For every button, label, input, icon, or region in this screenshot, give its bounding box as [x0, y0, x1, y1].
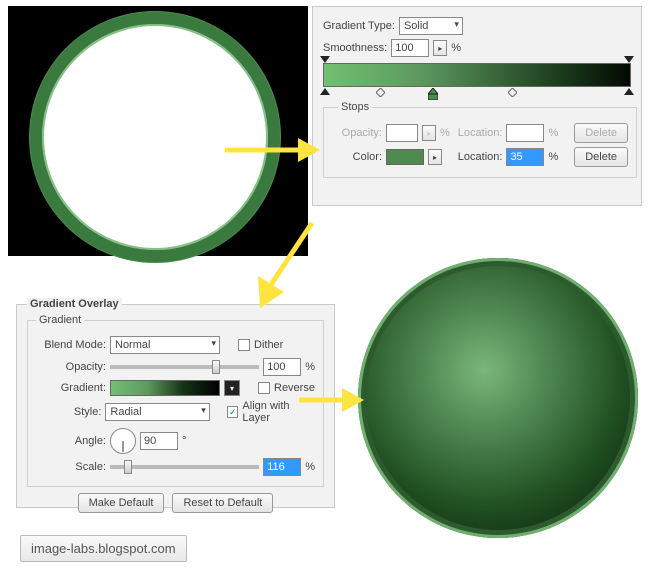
percent-sign: % [451, 42, 461, 54]
stop-color-swatch[interactable] [386, 149, 424, 165]
smoothness-label: Smoothness: [323, 42, 387, 54]
gradient-swatch-label: Gradient: [36, 382, 106, 394]
stop-location-label-1: Location: [458, 127, 503, 139]
stop-color-picker-button[interactable]: ▸ [428, 149, 442, 165]
dither-checkbox[interactable] [238, 339, 250, 351]
dither-label: Dither [254, 339, 283, 351]
opacity-slider[interactable] [110, 365, 259, 369]
stop-location-input-2[interactable] [506, 148, 544, 166]
angle-dial[interactable] [110, 428, 136, 454]
arrow-icon [252, 218, 322, 308]
blend-mode-select[interactable]: Normal [110, 336, 220, 354]
watermark-label: image-labs.blogspot.com [20, 535, 187, 562]
gradient-swatch[interactable] [110, 380, 220, 396]
stops-legend: Stops [338, 101, 372, 113]
scale-slider[interactable] [110, 465, 259, 469]
opacity-stop-right[interactable] [624, 53, 634, 63]
stop-opacity-label: Opacity: [332, 127, 382, 139]
color-stop-1[interactable] [320, 88, 330, 98]
stop-location-input-1 [506, 124, 544, 142]
style-label: Style: [36, 406, 101, 418]
angle-input[interactable] [140, 432, 178, 450]
gradient-type-select[interactable]: Solid [399, 17, 463, 35]
overlay-opacity-label: Opacity: [36, 361, 106, 373]
gradient-picker-button[interactable]: ▾ [224, 380, 240, 396]
degree-sign: ° [182, 435, 186, 447]
stop-opacity-input [386, 124, 418, 142]
gradient-editor-panel: Gradient Type: Solid Smoothness: ▸ % Sto… [312, 6, 642, 206]
gradient-ramp[interactable] [323, 63, 631, 87]
arrow-icon [294, 380, 364, 420]
opacity-stop-left[interactable] [320, 53, 330, 63]
delete-opacity-stop-button: Delete [574, 123, 628, 143]
gradient-group: Gradient Blend Mode: Normal Dither Opaci… [27, 314, 324, 487]
percent-sign: % [548, 151, 558, 163]
color-stop-2[interactable] [428, 88, 438, 98]
percent-sign: % [440, 127, 450, 139]
arrow-icon [220, 130, 320, 170]
stops-fieldset: Stops Opacity: ▸ % Location: % Delete Co… [323, 101, 637, 178]
align-checkbox[interactable]: ✓ [227, 406, 238, 418]
delete-color-stop-button[interactable]: Delete [574, 147, 628, 167]
style-select[interactable]: Radial [105, 403, 209, 421]
percent-sign: % [305, 361, 315, 373]
gradient-overlay-title: Gradient Overlay [27, 298, 122, 310]
smoothness-input[interactable] [391, 39, 429, 57]
midpoint-2[interactable] [508, 88, 518, 98]
midpoint-1[interactable] [376, 88, 386, 98]
make-default-button[interactable]: Make Default [78, 493, 165, 513]
scale-label: Scale: [36, 461, 106, 473]
color-stop-3[interactable] [624, 88, 634, 98]
angle-label: Angle: [36, 435, 106, 447]
gradient-type-label: Gradient Type: [323, 20, 395, 32]
percent-sign: % [548, 127, 558, 139]
result-sphere-preview [358, 258, 638, 538]
overlay-opacity-input[interactable] [263, 358, 301, 376]
smoothness-stepper[interactable]: ▸ [433, 40, 447, 56]
gradient-group-title: Gradient [36, 314, 84, 326]
reverse-checkbox[interactable] [258, 382, 270, 394]
percent-sign: % [305, 461, 315, 473]
reset-default-button[interactable]: Reset to Default [172, 493, 273, 513]
blend-mode-label: Blend Mode: [36, 339, 106, 351]
stop-location-label-2: Location: [458, 151, 503, 163]
scale-input[interactable] [263, 458, 301, 476]
stop-color-label: Color: [332, 151, 382, 163]
stop-opacity-stepper: ▸ [422, 125, 436, 141]
gradient-overlay-panel: Gradient Overlay Gradient Blend Mode: No… [16, 298, 335, 508]
